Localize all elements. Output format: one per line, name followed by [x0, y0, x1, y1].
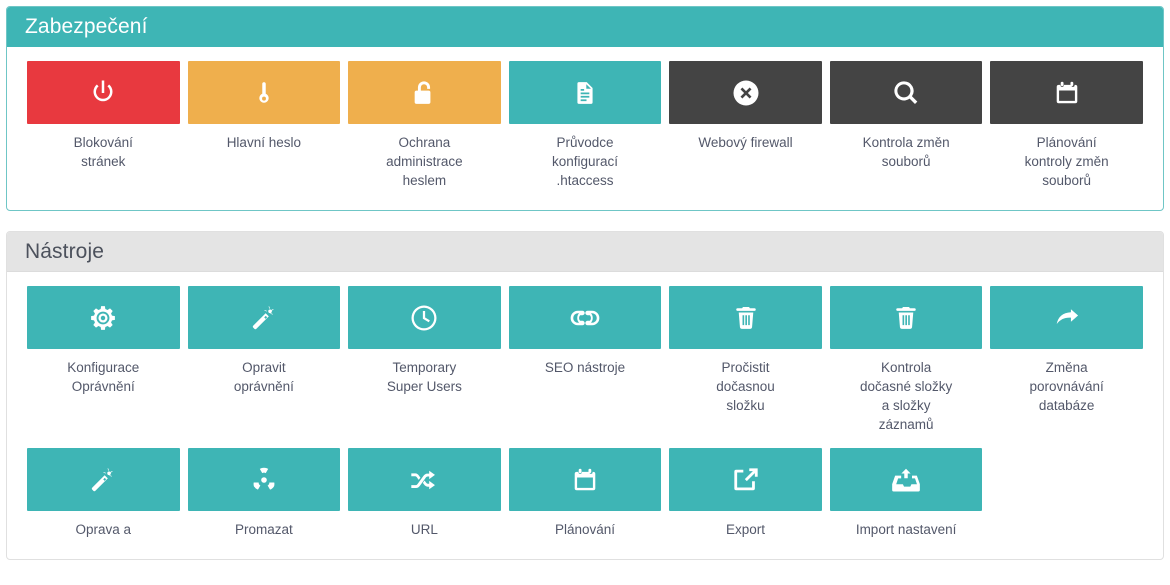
- tile-icon-box[interactable]: [509, 61, 662, 124]
- tile-label: Export: [669, 520, 822, 539]
- tile-magic-wand-tools-7[interactable]: Oprava a: [23, 448, 184, 539]
- panels-container: Zabezpečení Blokování stránek Hlavní heslo…: [6, 6, 1164, 560]
- tile-icon-box[interactable]: [27, 448, 180, 511]
- inbox-download-icon: [891, 466, 921, 494]
- file-text-icon: [572, 78, 598, 108]
- tile-icon-box[interactable]: [27, 286, 180, 349]
- tile-label: Oprava a: [27, 520, 180, 539]
- tile-link-tools-3[interactable]: SEO nástroje: [505, 286, 666, 434]
- clock-icon: [409, 303, 439, 333]
- tile-search-security-5[interactable]: Kontrola změn souborů: [826, 61, 987, 190]
- tiles-page: Zabezpečení Blokování stránek Hlavní heslo…: [0, 0, 1170, 560]
- tile-label: Promazat: [188, 520, 341, 539]
- tile-icon-box[interactable]: [348, 286, 501, 349]
- magic-wand-icon: [250, 303, 278, 333]
- panel-body-tools: Konfigurace OprávněníOpravit oprávněníTe…: [7, 272, 1163, 559]
- tile-icon-box[interactable]: [830, 61, 983, 124]
- tile-icon-box[interactable]: [990, 286, 1143, 349]
- tile-inbox-download-tools-12[interactable]: Import nastavení: [826, 448, 987, 539]
- tile-icon-box[interactable]: [27, 61, 180, 124]
- tile-label: Plánování: [509, 520, 662, 539]
- tile-label: SEO nástroje: [509, 358, 662, 377]
- tile-label: Webový firewall: [669, 133, 822, 152]
- radiation-icon: [250, 465, 278, 495]
- share-box-icon: [732, 465, 760, 495]
- unlock-icon: [410, 78, 438, 108]
- tile-key-security-1[interactable]: Hlavní heslo: [184, 61, 345, 190]
- magic-wand-icon: [89, 465, 117, 495]
- tile-icon-box[interactable]: [188, 61, 341, 124]
- panel-title-tools: Nástroje: [25, 241, 104, 262]
- tile-trash-tools-5[interactable]: Kontrola dočasné složky a složky záznamů: [826, 286, 987, 434]
- gear-icon: [89, 303, 117, 333]
- tile-label: Ochrana administrace heslem: [348, 133, 501, 190]
- tile-label: Temporary Super Users: [348, 358, 501, 396]
- tile-icon-box[interactable]: [669, 61, 822, 124]
- tile-icon-box[interactable]: [188, 286, 341, 349]
- search-icon: [892, 78, 920, 108]
- tile-label: Průvodce konfigurací .htaccess: [509, 133, 662, 190]
- calendar-icon: [572, 465, 598, 495]
- tile-radiation-tools-8[interactable]: Promazat: [184, 448, 345, 539]
- tile-power-security-0[interactable]: Blokování stránek: [23, 61, 184, 190]
- tile-grid-tools: Konfigurace OprávněníOpravit oprávněníTe…: [23, 286, 1147, 553]
- tile-times-circle-security-4[interactable]: Webový firewall: [665, 61, 826, 190]
- tile-icon-box[interactable]: [830, 448, 983, 511]
- tile-icon-box[interactable]: [990, 61, 1143, 124]
- tile-grid-security: Blokování stránek Hlavní heslo Ochrana adm…: [23, 61, 1147, 204]
- tile-label: Změna porovnávání databáze: [990, 358, 1143, 415]
- power-icon: [88, 78, 118, 108]
- tile-label: Konfigurace Oprávnění: [27, 358, 180, 396]
- tile-icon-box[interactable]: [669, 286, 822, 349]
- tile-arrow-curve-right-tools-6[interactable]: Změna porovnávání databáze: [986, 286, 1147, 434]
- tile-calendar-tools-10[interactable]: Plánování: [505, 448, 666, 539]
- tile-icon-box[interactable]: [509, 448, 662, 511]
- panel-heading-tools: Nástroje: [7, 232, 1163, 272]
- tile-trash-tools-4[interactable]: Pročistit dočasnou složku: [665, 286, 826, 434]
- tile-label: Opravit oprávnění: [188, 358, 341, 396]
- tile-label: Import nastavení: [830, 520, 983, 539]
- trash-icon: [893, 303, 919, 333]
- tile-label: Kontrola změn souborů: [830, 133, 983, 171]
- tile-icon-box[interactable]: [669, 448, 822, 511]
- key-icon: [251, 78, 277, 108]
- tile-icon-box[interactable]: [509, 286, 662, 349]
- calendar-icon: [1054, 78, 1080, 108]
- tile-shuffle-tools-9[interactable]: URL: [344, 448, 505, 539]
- tile-share-box-tools-11[interactable]: Export: [665, 448, 826, 539]
- panel-security: Zabezpečení Blokování stránek Hlavní heslo…: [6, 6, 1164, 211]
- tile-label: URL: [348, 520, 501, 539]
- panel-tools: Nástroje Konfigurace OprávněníOpravit opr…: [6, 231, 1164, 560]
- tile-calendar-security-6[interactable]: Plánování kontroly změn souborů: [986, 61, 1147, 190]
- tile-label: Blokování stránek: [27, 133, 180, 171]
- tile-label: Pročistit dočasnou složku: [669, 358, 822, 415]
- tile-gear-tools-0[interactable]: Konfigurace Oprávnění: [23, 286, 184, 434]
- tile-icon-box[interactable]: [348, 448, 501, 511]
- times-circle-icon: [731, 78, 761, 108]
- arrow-curve-right-icon: [1052, 305, 1082, 331]
- tile-label: Plánování kontroly změn souborů: [990, 133, 1143, 190]
- tile-icon-box[interactable]: [188, 448, 341, 511]
- tile-unlock-security-2[interactable]: Ochrana administrace heslem: [344, 61, 505, 190]
- link-icon: [570, 307, 600, 329]
- tile-file-text-security-3[interactable]: Průvodce konfigurací .htaccess: [505, 61, 666, 190]
- tile-label: Kontrola dočasné složky a složky záznamů: [830, 358, 983, 434]
- tile-magic-wand-tools-1[interactable]: Opravit oprávnění: [184, 286, 345, 434]
- panel-heading-security: Zabezpečení: [7, 7, 1163, 47]
- shuffle-icon: [409, 467, 439, 493]
- tile-icon-box[interactable]: [830, 286, 983, 349]
- tile-clock-tools-2[interactable]: Temporary Super Users: [344, 286, 505, 434]
- tile-label: Hlavní heslo: [188, 133, 341, 152]
- panel-title-security: Zabezpečení: [25, 16, 148, 37]
- trash-icon: [733, 303, 759, 333]
- tile-icon-box[interactable]: [348, 61, 501, 124]
- panel-body-security: Blokování stránek Hlavní heslo Ochrana adm…: [7, 47, 1163, 210]
